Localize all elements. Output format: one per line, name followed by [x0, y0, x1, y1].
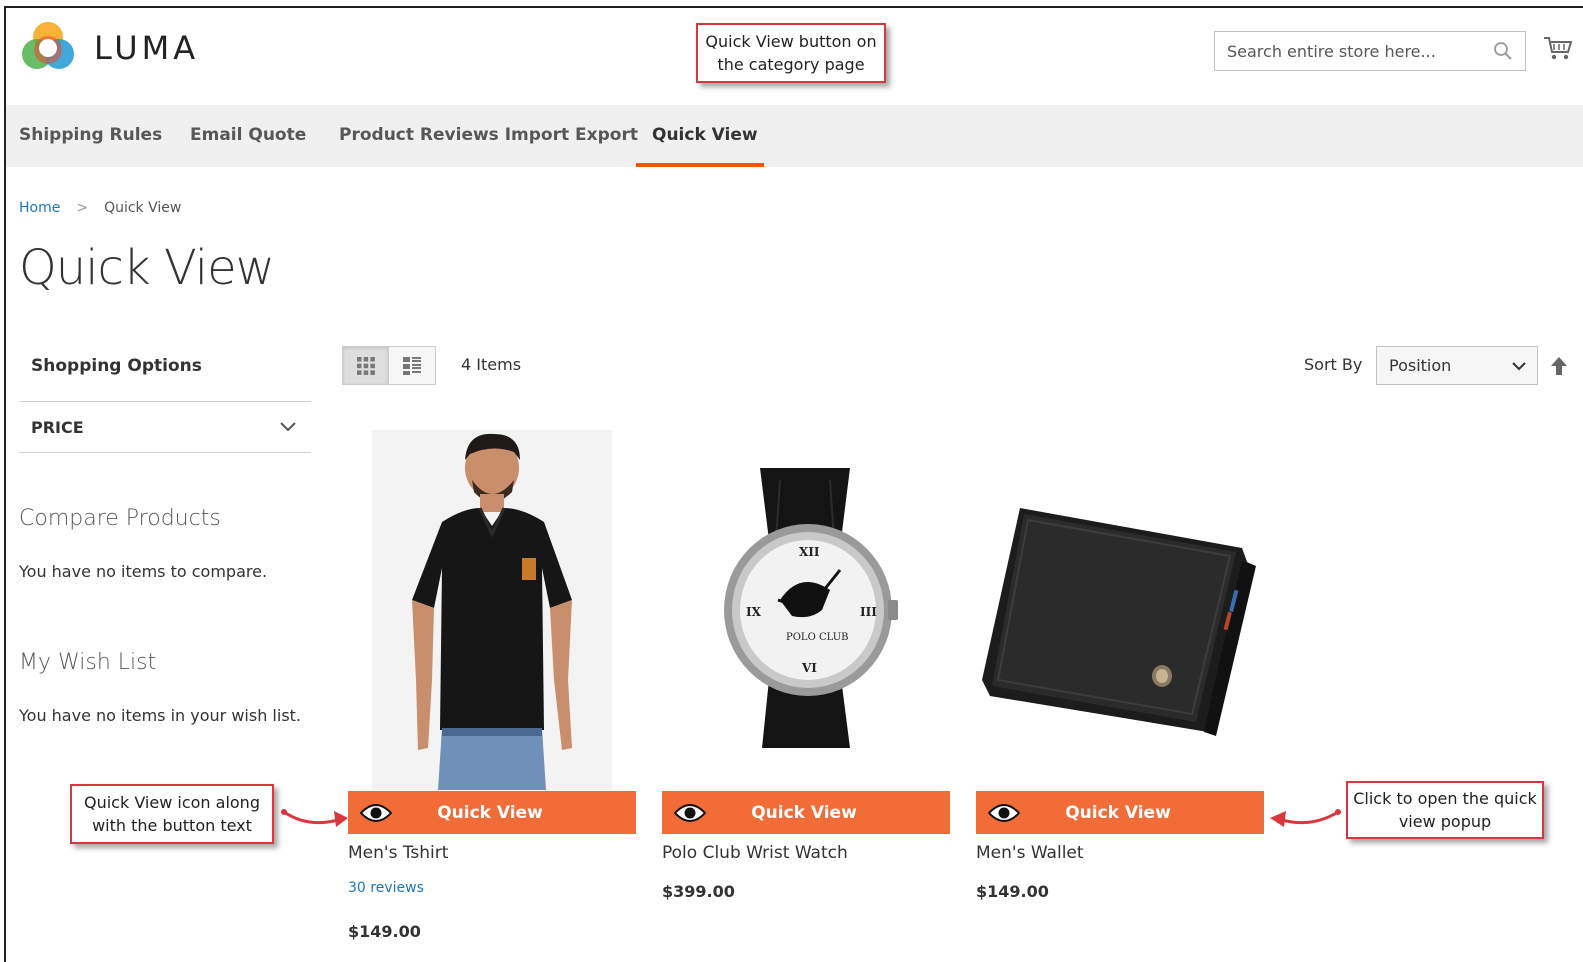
quick-view-button-label: Quick View	[751, 802, 857, 823]
nav-item-product-reviews-import-export[interactable]: Product Reviews Import Export	[339, 105, 638, 167]
annotation-top-text: Quick View button on the category page	[705, 32, 877, 74]
quick-view-button-mens-tshirt[interactable]: Quick View	[348, 791, 636, 834]
nav-item-email-quote[interactable]: Email Quote	[190, 105, 306, 167]
sort-by-select[interactable]: Position	[1376, 346, 1538, 385]
breadcrumb: Home > Quick View	[19, 200, 181, 216]
annotation-arrow-right	[1270, 809, 1341, 827]
product-image-polo-club-wrist-watch[interactable]: XII III VI IX POLO CLUB	[700, 460, 920, 760]
grid-icon	[356, 356, 375, 375]
nav-item-shipping-rules[interactable]: Shipping Rules	[19, 105, 162, 167]
quick-view-button-polo-club-wrist-watch[interactable]: Quick View	[662, 791, 950, 834]
product-name-mens-tshirt[interactable]: Men's Tshirt	[348, 843, 448, 863]
sort-direction-arrow-icon[interactable]	[1550, 356, 1568, 376]
annotation-right-text: Click to open the quick view popup	[1353, 789, 1537, 831]
annotation-left-text: Quick View icon along with the button te…	[84, 793, 260, 835]
product-price-mens-wallet: $149.00	[976, 882, 1049, 901]
watch-brand-text: POLO CLUB	[786, 632, 848, 643]
product-price-polo-club-wrist-watch: $399.00	[662, 882, 735, 901]
store-logo[interactable]: LUMA	[20, 20, 199, 76]
brand-name: LUMA	[94, 29, 200, 67]
annotation-arrow-left	[281, 809, 348, 827]
breadcrumb-current: Quick View	[104, 200, 182, 216]
watch-numeral: IX	[746, 605, 762, 619]
grid-view-button[interactable]	[342, 346, 389, 385]
annotation-left: Quick View icon along with the button te…	[70, 784, 274, 844]
search-icon[interactable]	[1493, 41, 1513, 61]
quick-view-button-label: Quick View	[1065, 802, 1171, 823]
price-filter-toggle[interactable]: PRICE	[19, 401, 311, 453]
annotation-right: Click to open the quick view popup	[1346, 781, 1544, 839]
list-icon	[403, 356, 421, 375]
breadcrumb-separator: >	[76, 200, 89, 216]
cart-icon[interactable]	[1542, 34, 1572, 64]
list-view-button[interactable]	[389, 346, 436, 385]
product-reviews-link[interactable]: 30 reviews	[348, 880, 424, 896]
compare-empty-text: You have no items to compare.	[19, 562, 268, 581]
watch-numeral: XII	[799, 545, 820, 559]
wishlist-heading: My Wish List	[19, 650, 157, 675]
quick-view-button-label: Quick View	[437, 802, 543, 823]
chevron-down-icon	[280, 422, 296, 432]
quick-view-button-mens-wallet[interactable]: Quick View	[976, 791, 1264, 834]
search-box[interactable]	[1214, 31, 1526, 71]
nav-active-underline	[636, 163, 764, 167]
search-input[interactable]	[1227, 41, 1493, 61]
watch-numeral: VI	[801, 661, 817, 675]
compare-products-heading: Compare Products	[19, 506, 221, 531]
eye-icon	[360, 803, 392, 822]
product-name-polo-club-wrist-watch[interactable]: Polo Club Wrist Watch	[662, 843, 848, 863]
shopping-options-heading: Shopping Options	[31, 356, 202, 376]
page-title: Quick View	[19, 240, 275, 296]
wishlist-empty-text: You have no items in your wish list.	[19, 706, 302, 725]
eye-icon	[988, 803, 1020, 822]
main-navigation: Shipping Rules Email Quote Product Revie…	[6, 105, 1583, 167]
sort-by-label: Sort By	[1304, 355, 1363, 374]
luma-logo-icon	[22, 22, 74, 69]
item-count: 4 Items	[461, 355, 522, 374]
chevron-down-icon	[1512, 361, 1526, 370]
breadcrumb-home-link[interactable]: Home	[19, 200, 60, 216]
view-mode-switcher	[342, 346, 436, 385]
watch-numeral: III	[860, 605, 877, 619]
eye-icon	[674, 803, 706, 822]
nav-item-quick-view[interactable]: Quick View	[652, 105, 758, 167]
sort-by-value: Position	[1389, 356, 1452, 375]
price-filter-label: PRICE	[31, 417, 84, 437]
annotation-top: Quick View button on the category page	[696, 23, 886, 83]
product-image-mens-wallet[interactable]	[980, 500, 1265, 745]
product-name-mens-wallet[interactable]: Men's Wallet	[976, 843, 1084, 863]
product-price-mens-tshirt: $149.00	[348, 922, 421, 941]
product-image-mens-tshirt[interactable]	[372, 430, 612, 790]
